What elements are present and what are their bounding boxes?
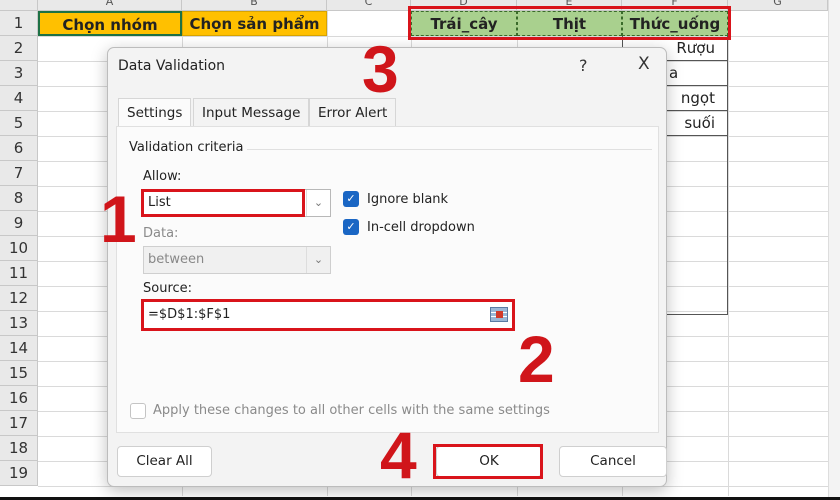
row-header-11[interactable]: 11	[0, 261, 38, 286]
data-label: Data:	[143, 226, 179, 241]
row-header-19[interactable]: 19	[0, 461, 38, 486]
cancel-button[interactable]: Cancel	[559, 446, 667, 477]
apply-all-label: Apply these changes to all other cells w…	[153, 403, 550, 418]
help-button[interactable]: ?	[579, 56, 588, 75]
apply-all-checkbox[interactable]	[130, 403, 146, 419]
row-header-18[interactable]: 18	[0, 436, 38, 461]
gridline	[728, 11, 729, 496]
allow-label: Allow:	[143, 169, 182, 184]
section-divider	[247, 149, 652, 150]
vertical-scrollbar[interactable]	[828, 0, 840, 500]
row-header-6[interactable]: 6	[0, 136, 38, 161]
cell-a1[interactable]: Chọn nhóm	[38, 11, 182, 36]
column-header-c[interactable]: C	[327, 0, 411, 11]
highlight-source	[141, 299, 515, 331]
tab-settings[interactable]: Settings	[118, 98, 192, 128]
validation-criteria-heading: Validation criteria	[129, 140, 244, 155]
row-header-8[interactable]: 8	[0, 186, 38, 211]
row-header-13[interactable]: 13	[0, 311, 38, 336]
row-header-4[interactable]: 4	[0, 86, 38, 111]
column-header-g[interactable]: G	[728, 0, 828, 11]
highlight-ok	[433, 444, 543, 479]
cell-b1[interactable]: Chọn sản phẩm	[182, 11, 327, 36]
source-label: Source:	[143, 281, 193, 296]
dialog-title: Data Validation	[118, 58, 226, 74]
close-button[interactable]: X	[638, 54, 650, 74]
data-value: between	[148, 252, 205, 267]
step-number-3: 3	[362, 32, 399, 106]
chevron-down-icon[interactable]: ⌄	[306, 247, 330, 273]
ignore-blank-label[interactable]: Ignore blank	[367, 192, 448, 207]
highlight-allow	[141, 189, 305, 217]
in-cell-dropdown-checkbox[interactable]: ✓	[343, 219, 359, 235]
row-header-5[interactable]: 5	[0, 111, 38, 136]
row-header-7[interactable]: 7	[0, 161, 38, 186]
in-cell-dropdown-label[interactable]: In-cell dropdown	[367, 220, 475, 235]
settings-panel: Validation criteria Allow: List ⌄ Data: …	[116, 126, 659, 433]
row-header-9[interactable]: 9	[0, 211, 38, 236]
row-header-2[interactable]: 2	[0, 36, 38, 61]
row-header-14[interactable]: 14	[0, 336, 38, 361]
row-header-3[interactable]: 3	[0, 61, 38, 86]
column-header-b[interactable]: B	[182, 0, 327, 11]
highlight-header-range	[408, 6, 731, 40]
tab-input-message[interactable]: Input Message	[193, 98, 310, 126]
data-select[interactable]: between ⌄	[143, 246, 331, 274]
clear-all-button[interactable]: Clear All	[117, 446, 212, 477]
row-header-10[interactable]: 10	[0, 236, 38, 261]
chevron-down-icon[interactable]: ⌄	[306, 190, 330, 216]
select-all-corner[interactable]	[0, 0, 38, 11]
row-header-12[interactable]: 12	[0, 286, 38, 311]
ignore-blank-checkbox[interactable]: ✓	[343, 191, 359, 207]
step-number-4: 4	[380, 418, 417, 492]
row-header-17[interactable]: 17	[0, 411, 38, 436]
column-header-a[interactable]: A	[38, 0, 182, 11]
row-header-16[interactable]: 16	[0, 386, 38, 411]
step-number-1: 1	[100, 182, 137, 256]
row-header-1[interactable]: 1	[0, 11, 38, 36]
row-header-15[interactable]: 15	[0, 361, 38, 386]
step-number-2: 2	[518, 322, 555, 396]
